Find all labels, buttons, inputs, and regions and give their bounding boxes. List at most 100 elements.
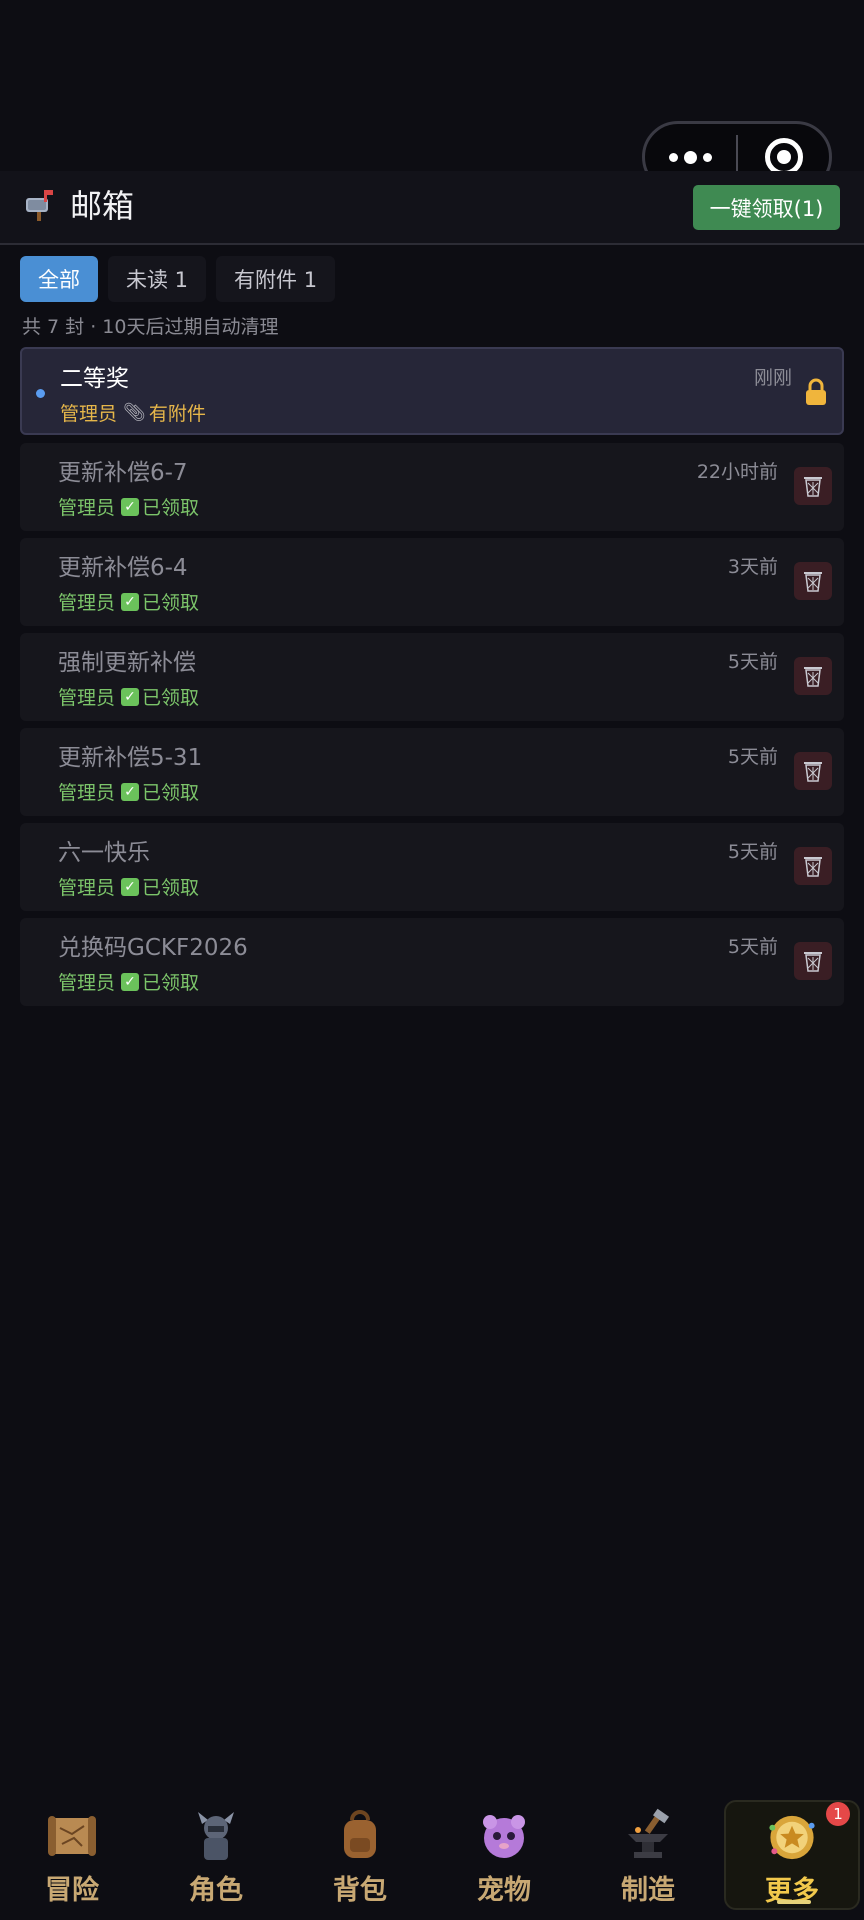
claimed-status: ✓ 已领取 [121,493,199,520]
nav-label: 宠物 [477,1875,531,1906]
mail-meta: 管理员 ✓ 已领取 [58,778,199,805]
knight-icon [198,1812,234,1860]
claimed-status: ✓ 已领取 [121,968,199,995]
mail-item[interactable]: 兑换码GCKF2026 管理员 ✓ 已领取 5天前 [20,918,844,1006]
mail-time: 5天前 [727,651,778,673]
trash-icon [804,857,822,877]
mail-subject: 更新补偿5-31 [58,745,203,771]
status-label: 已领取 [142,972,200,994]
nav-crafting[interactable]: 制造 [580,1800,716,1910]
attachment-tag: 📎︎ 有附件 [123,399,206,426]
mail-time: 5天前 [727,936,778,958]
mail-item[interactable]: 更新补偿6-7 管理员 ✓ 已领取 22小时前 [20,443,844,531]
mail-sender: 管理员 [58,687,116,709]
delete-button[interactable] [794,562,832,600]
mail-sender: 管理员 [58,972,116,994]
nav-label: 角色 [189,1875,243,1906]
nav-pet[interactable]: 宠物 [436,1800,572,1910]
mail-summary: 共 7 封 · 10天后过期自动清理 [22,316,279,338]
active-indicator [777,1900,811,1904]
mail-item[interactable]: 更新补偿6-4 管理员 ✓ 已领取 3天前 [20,538,844,626]
mail-sender: 管理员 [58,592,116,614]
mail-meta: 管理员 ✓ 已领取 [58,968,199,995]
status-label: 已领取 [142,782,200,804]
nav-character[interactable]: 角色 [148,1800,284,1910]
claimed-status: ✓ 已领取 [121,588,199,615]
more-medal-icon [769,1815,815,1860]
mail-meta: 管理员 ✓ 已领取 [58,493,199,520]
mail-meta: 管理员 ✓ 已领取 [58,588,199,615]
mail-item[interactable]: 六一快乐 管理员 ✓ 已领取 5天前 [20,823,844,911]
mail-item[interactable]: 强制更新补偿 管理员 ✓ 已领取 5天前 [20,633,844,721]
mail-subject: 二等奖 [60,366,129,392]
map-scroll-icon [48,1816,96,1856]
mail-subject: 兑换码GCKF2026 [58,935,248,961]
nav-label: 背包 [333,1875,387,1906]
status-label: 已领取 [142,592,200,614]
mail-subject: 强制更新补偿 [58,650,196,676]
mail-time: 刚刚 [753,367,792,389]
page-title: 邮箱 [70,187,135,225]
claimed-status: ✓ 已领取 [121,778,199,805]
mail-time: 22小时前 [696,461,778,483]
mail-subject: 更新补偿6-7 [58,460,188,486]
claimed-status: ✓ 已领取 [121,873,199,900]
claim-all-button[interactable]: 一键领取(1) [693,185,840,230]
mail-meta: 管理员 ✓ 已领取 [58,873,199,900]
bottom-nav: 冒险 角色 背包 宠物 制造 更多 1 [0,1800,864,1920]
status-label: 已领取 [142,687,200,709]
mail-time: 5天前 [727,746,778,768]
check-icon: ✓ [121,592,140,611]
anvil-icon [628,1808,670,1858]
claimed-status: ✓ 已领取 [121,683,199,710]
delete-button[interactable] [794,942,832,980]
nav-backpack[interactable]: 背包 [292,1800,428,1910]
trash-icon [804,762,822,782]
lock-icon [806,378,826,405]
status-label: 已领取 [142,497,200,519]
mail-meta: 管理员 ✓ 已领取 [58,683,199,710]
tab-unread[interactable]: 未读 1 [108,256,207,302]
check-icon: ✓ [121,782,140,801]
mail-meta: 管理员 📎︎ 有附件 [60,399,206,426]
nav-label: 制造 [621,1875,675,1906]
delete-button[interactable] [794,657,832,695]
trash-icon [804,572,822,592]
filter-tabs: 全部 未读 1 有附件 1 [20,256,336,302]
mail-time: 5天前 [727,841,778,863]
mail-time: 3天前 [727,556,778,578]
nav-more[interactable]: 更多 1 [724,1800,860,1910]
mail-sender: 管理员 [60,403,118,425]
tab-all[interactable]: 全部 [20,256,98,302]
delete-button[interactable] [794,467,832,505]
check-icon: ✓ [121,687,140,706]
check-icon: ✓ [121,497,140,516]
title-group: 邮箱 [22,181,134,227]
delete-button[interactable] [794,847,832,885]
mail-sender: 管理员 [58,877,116,899]
mail-subject: 六一快乐 [58,840,150,866]
mail-subject: 更新补偿6-4 [58,555,188,581]
check-icon: ✓ [121,972,140,991]
mailbox-icon [26,190,53,221]
mail-sender: 管理员 [58,782,116,804]
tab-attachments[interactable]: 有附件 1 [216,256,336,302]
nav-adventure[interactable]: 冒险 [4,1800,140,1910]
notification-badge: 1 [826,1802,850,1826]
unread-dot [36,389,45,398]
paperclip-icon: 📎︎ [123,402,146,423]
more-dots-icon [669,150,712,164]
pet-icon [483,1815,525,1858]
trash-icon [804,952,822,972]
mail-item[interactable]: 更新补偿5-31 管理员 ✓ 已领取 5天前 [20,728,844,816]
delete-button[interactable] [794,752,832,790]
mail-item[interactable]: 二等奖 管理员 📎︎ 有附件 刚刚 [20,347,844,435]
mail-sender: 管理员 [58,497,116,519]
status-label: 已领取 [142,877,200,899]
trash-icon [804,477,822,497]
attachment-label: 有附件 [148,403,206,425]
nav-label: 冒险 [45,1875,99,1906]
trash-icon [804,667,822,687]
check-icon: ✓ [121,877,140,896]
backpack-icon [344,1810,376,1858]
